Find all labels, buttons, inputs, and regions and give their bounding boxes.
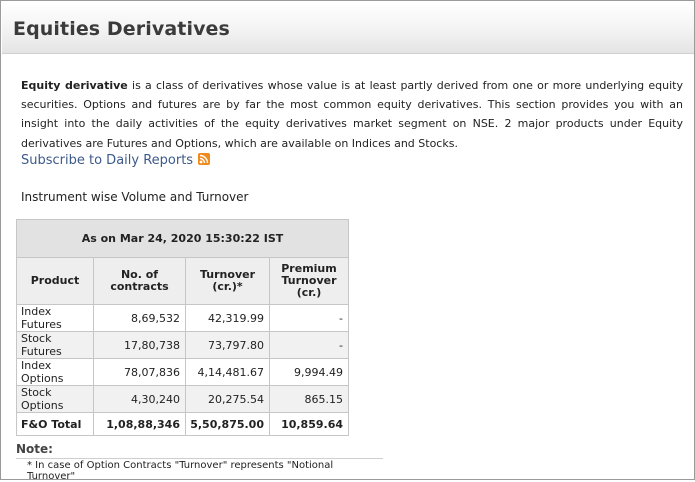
- intro-paragraph: Equity derivative is a class of derivati…: [21, 76, 683, 153]
- page-title: Equities Derivatives: [13, 18, 230, 40]
- cell-product: Stock Options: [16, 385, 94, 413]
- column-header-product: Product: [16, 257, 94, 305]
- page-header: Equities Derivatives: [2, 2, 694, 54]
- table-row: Stock Futures 17,80,738 73,797.80 -: [16, 331, 349, 359]
- cell-contracts: 8,69,532: [93, 304, 186, 332]
- cell-turnover: 4,14,481.67: [185, 358, 270, 386]
- table-total-row: F&O Total 1,08,88,346 5,50,875.00 10,859…: [16, 412, 349, 436]
- note-title: Note:: [16, 442, 383, 459]
- note-section: Note: * In case of Option Contracts "Tur…: [16, 442, 383, 482]
- cell-premium: 10,859.64: [269, 412, 349, 436]
- cell-product: Stock Futures: [16, 331, 94, 359]
- section-title: Instrument wise Volume and Turnover: [21, 190, 249, 204]
- cell-premium: -: [269, 304, 349, 332]
- rss-feed-icon[interactable]: [198, 153, 211, 165]
- page-frame: Equities Derivatives Equity derivative i…: [0, 0, 695, 482]
- cell-product: Index Options: [16, 358, 94, 386]
- cell-turnover: 73,797.80: [185, 331, 270, 359]
- cell-product: Index Futures: [16, 304, 94, 332]
- premium-header-line2: Turnover (cr.): [281, 274, 337, 299]
- cell-turnover: 42,319.99: [185, 304, 270, 332]
- cell-contracts: 17,80,738: [93, 331, 186, 359]
- cell-turnover: 5,50,875.00: [185, 412, 270, 436]
- cell-premium: 9,994.49: [269, 358, 349, 386]
- cell-turnover: 20,275.54: [185, 385, 270, 413]
- column-header-premium: Premium Turnover (cr.): [269, 257, 349, 305]
- intro-bold-term: Equity derivative: [21, 79, 128, 92]
- cell-contracts: 4,30,240: [93, 385, 186, 413]
- subscribe-label: Subscribe to Daily Reports: [21, 153, 194, 168]
- column-header-contracts: No. of contracts: [93, 257, 186, 305]
- volume-turnover-table: As on Mar 24, 2020 15:30:22 IST Product …: [16, 219, 349, 436]
- table-header-row: Product No. of contracts Turnover (cr.)*…: [16, 257, 349, 305]
- cell-premium: 865.15: [269, 385, 349, 413]
- cell-premium: -: [269, 331, 349, 359]
- as-of-timestamp: As on Mar 24, 2020 15:30:22 IST: [16, 219, 349, 258]
- table-row: Index Options 78,07,836 4,14,481.67 9,99…: [16, 358, 349, 386]
- table-row: Index Futures 8,69,532 42,319.99 -: [16, 304, 349, 332]
- column-header-turnover: Turnover (cr.)*: [185, 257, 270, 305]
- table-row: Stock Options 4,30,240 20,275.54 865.15: [16, 385, 349, 413]
- cell-contracts: 78,07,836: [93, 358, 186, 386]
- cell-product: F&O Total: [16, 412, 94, 436]
- subscribe-daily-reports-link[interactable]: Subscribe to Daily Reports: [21, 153, 211, 168]
- table-as-of-row: As on Mar 24, 2020 15:30:22 IST: [16, 219, 349, 258]
- cell-contracts: 1,08,88,346: [93, 412, 186, 436]
- note-text: * In case of Option Contracts "Turnover"…: [27, 460, 334, 482]
